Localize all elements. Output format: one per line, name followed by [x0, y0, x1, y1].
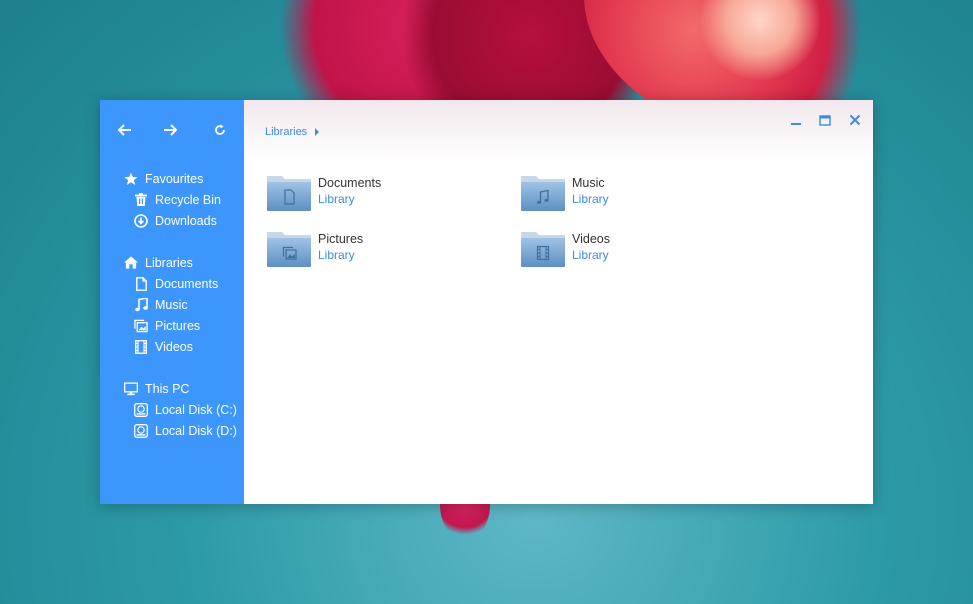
film-icon — [134, 339, 148, 354]
music-note-icon — [134, 297, 148, 312]
library-tile-music[interactable]: Music Library — [520, 174, 760, 218]
library-type: Library — [572, 248, 609, 262]
navigation-buttons — [100, 120, 244, 140]
maximize-icon — [819, 114, 831, 126]
folder-videos-icon — [521, 232, 565, 267]
minimize-icon — [791, 123, 801, 125]
library-type: Library — [572, 192, 609, 206]
breadcrumb-libraries[interactable]: Libraries — [265, 126, 307, 138]
library-name: Documents — [318, 176, 382, 190]
library-type: Library — [318, 192, 355, 206]
sidebar-item-favourites[interactable]: Favourites — [100, 168, 268, 189]
file-explorer-window: Favourites Recycle Bin Downloads Librari… — [100, 100, 873, 504]
library-type: Library — [318, 248, 355, 262]
library-name: Music — [572, 176, 605, 190]
breadcrumb-chevron-icon[interactable] — [315, 128, 320, 136]
header-bar: Libraries — [244, 100, 873, 162]
library-name: Pictures — [318, 232, 364, 246]
sidebar-item-label: Local Disk (D:) — [155, 423, 237, 438]
sidebar-item-label: Documents — [155, 276, 219, 291]
main-content: Libraries Documents Library Music Librar… — [244, 100, 873, 504]
sidebar-item-label: Libraries — [145, 255, 193, 270]
sidebar-item-label: Music — [155, 297, 188, 312]
disk-icon — [134, 423, 148, 438]
folder-music-icon — [521, 176, 565, 211]
back-button[interactable] — [115, 120, 135, 140]
sidebar-item-label: Videos — [155, 339, 193, 354]
minimize-button[interactable] — [788, 112, 804, 128]
close-icon — [849, 114, 861, 126]
forward-button[interactable] — [160, 120, 180, 140]
breadcrumb: Libraries — [265, 126, 320, 138]
pictures-icon — [134, 319, 148, 333]
close-button[interactable] — [847, 112, 863, 128]
library-tile-documents[interactable]: Documents Library — [266, 174, 506, 218]
folder-document-icon — [267, 176, 311, 211]
sidebar-item-label: This PC — [145, 381, 190, 396]
library-tile-pictures[interactable]: Pictures Library — [266, 230, 506, 274]
sidebar-item-label: Pictures — [155, 318, 201, 333]
home-icon — [124, 256, 138, 270]
folder-pictures-icon — [267, 232, 311, 267]
library-name: Videos — [572, 232, 610, 246]
sidebar-item-label: Recycle Bin — [155, 192, 221, 207]
download-icon — [134, 213, 148, 228]
sidebar-item-libraries[interactable]: Libraries — [100, 252, 268, 273]
star-icon — [124, 172, 138, 186]
arrow-left-icon — [118, 124, 131, 136]
sidebar: Favourites Recycle Bin Downloads Librari… — [100, 100, 268, 504]
trash-icon — [134, 193, 148, 207]
refresh-button[interactable] — [210, 120, 230, 140]
document-icon — [134, 276, 148, 291]
sidebar-item-label: Favourites — [145, 171, 204, 186]
disk-icon — [134, 402, 148, 417]
monitor-icon — [124, 381, 138, 396]
sidebar-item-label: Downloads — [155, 213, 217, 228]
library-tile-videos[interactable]: Videos Library — [520, 230, 760, 274]
refresh-icon — [215, 124, 225, 135]
sidebar-item-this-pc[interactable]: This PC — [100, 378, 268, 399]
maximize-button[interactable] — [817, 112, 833, 128]
sidebar-item-label: Local Disk (C:) — [155, 402, 237, 417]
arrow-right-icon — [164, 124, 177, 136]
